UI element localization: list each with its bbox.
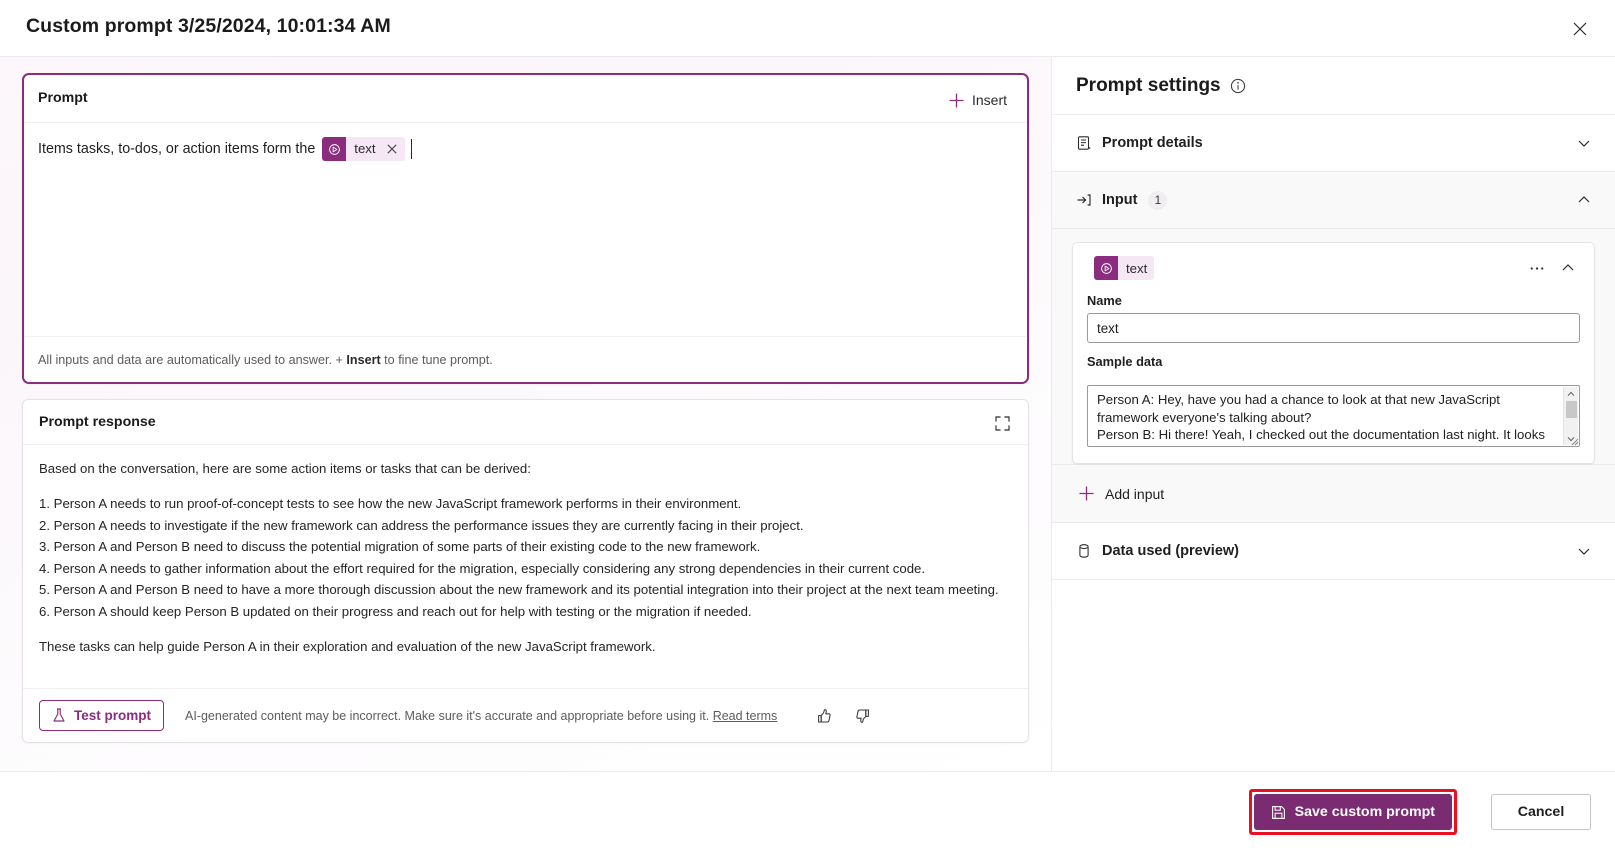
accordion-input-label: Input — [1102, 192, 1138, 208]
expand-icon — [994, 415, 1010, 431]
accordion-data-used-label: Data used (preview) — [1102, 543, 1239, 559]
token-badge-icon — [322, 137, 347, 161]
chevron-down-icon — [1577, 136, 1591, 150]
response-card-header: Prompt response — [23, 400, 1028, 445]
flask-icon — [53, 708, 65, 722]
plus-icon — [949, 93, 964, 107]
sample-data-wrapper: Person A: Hey, have you had a chance to … — [1087, 385, 1580, 447]
prompt-static-text: Items tasks, to-dos, or action items for… — [38, 141, 316, 157]
input-section-body: text Name text Sample data Person A: Hey… — [1052, 229, 1615, 465]
prompt-footer-hint: All inputs and data are automatically us… — [38, 353, 493, 367]
ai-disclaimer: AI-generated content may be incorrect. M… — [185, 709, 777, 723]
accordion-prompt-details-label: Prompt details — [1102, 135, 1203, 151]
prompt-card-header: Prompt Insert — [24, 75, 1027, 123]
prompt-label: Prompt — [38, 90, 88, 106]
read-terms-link[interactable]: Read terms — [713, 709, 778, 723]
prompt-response-card: Prompt response Based on the conversatio… — [22, 399, 1029, 743]
insert-button-label: Insert — [971, 92, 1007, 108]
prompt-footer-hint-bold: Insert — [346, 352, 381, 367]
dialog-body: Prompt Insert Items tasks, to-dos, or ac… — [0, 57, 1615, 771]
token-badge-icon — [1094, 256, 1118, 280]
resize-grip-icon[interactable] — [1569, 436, 1579, 446]
test-prompt-button[interactable]: Test prompt — [39, 700, 164, 731]
save-icon — [1271, 805, 1285, 819]
prompt-card-footer: All inputs and data are automatically us… — [24, 336, 1027, 382]
thumbs-down-icon — [856, 708, 870, 723]
sample-data-textarea[interactable]: Person A: Hey, have you had a chance to … — [1087, 385, 1580, 447]
text-caret — [410, 139, 412, 159]
ai-disclaimer-text: AI-generated content may be incorrect. M… — [185, 708, 710, 723]
response-item: 2. Person A needs to investigate if the … — [39, 517, 804, 533]
prompt-text-area[interactable]: Items tasks, to-dos, or action items for… — [24, 123, 1027, 336]
input-arrow-icon — [1076, 192, 1098, 208]
prompt-editor-card[interactable]: Prompt Insert Items tasks, to-dos, or ac… — [22, 73, 1029, 384]
response-card-footer: Test prompt AI-generated content may be … — [23, 688, 1028, 742]
scrollbar-thumb[interactable] — [1565, 401, 1577, 418]
response-item: 6. Person A should keep Person B updated… — [39, 603, 752, 619]
close-button[interactable] — [1563, 12, 1597, 46]
response-item: 5. Person A and Person B need to have a … — [39, 582, 999, 597]
input-count-badge: 1 — [1148, 190, 1168, 210]
input-variable-icon — [328, 143, 340, 155]
cancel-button[interactable]: Cancel — [1491, 794, 1591, 830]
left-pane: Prompt Insert Items tasks, to-dos, or ac… — [0, 57, 1051, 771]
response-item: 1. Person A needs to run proof-of-concep… — [39, 496, 742, 511]
input-variable-icon — [1100, 262, 1112, 274]
prompt-footer-hint-suffix: to fine tune prompt. — [380, 352, 493, 367]
plus-icon — [1079, 486, 1094, 501]
save-button-highlight: Save custom prompt — [1248, 789, 1457, 835]
document-icon — [1076, 135, 1098, 151]
thumbs-up-icon — [818, 708, 831, 723]
dialog-footer: Save custom prompt Cancel — [0, 771, 1615, 859]
accordion-input[interactable]: Input 1 — [1052, 172, 1615, 229]
response-item: 4. Person A needs to gather information … — [39, 560, 926, 576]
expand-button[interactable] — [988, 409, 1016, 437]
response-text: Based on the conversation, here are some… — [23, 445, 1028, 688]
info-icon[interactable] — [1230, 78, 1246, 94]
page-title: Custom prompt 3/25/2024, 10:01:34 AM — [26, 15, 391, 37]
add-input-label: Add input — [1105, 485, 1165, 502]
more-options-button[interactable] — [1524, 255, 1550, 281]
prompt-text-line: Items tasks, to-dos, or action items for… — [38, 137, 1013, 161]
sample-data-label: Sample data — [1087, 354, 1163, 369]
add-input-row: Add input — [1052, 465, 1615, 523]
response-label: Prompt response — [39, 414, 156, 430]
prompt-footer-hint-prefix: All inputs and data are automatically us… — [38, 352, 347, 367]
insert-button[interactable]: Insert — [940, 85, 1015, 115]
prompt-settings-header: Prompt settings — [1052, 57, 1615, 115]
collapse-input-item-button[interactable] — [1555, 255, 1581, 281]
response-item-list: 1. Person A needs to run proof-of-concep… — [39, 494, 1012, 621]
prompt-settings-pane: Prompt settings Prompt details Input 1 t… — [1051, 57, 1615, 771]
response-outro: These tasks can help guide Person A in t… — [39, 638, 656, 654]
test-prompt-label: Test prompt — [74, 708, 151, 723]
save-button-label: Save custom prompt — [1294, 804, 1435, 820]
scroll-up-arrow-icon[interactable] — [1567, 387, 1575, 400]
chevron-up-icon — [1562, 264, 1574, 271]
database-icon — [1076, 543, 1098, 559]
prompt-settings-title: Prompt settings — [1076, 74, 1221, 96]
chevron-down-icon — [1577, 544, 1591, 558]
dialog-title-bar: Custom prompt 3/25/2024, 10:01:34 AM — [0, 0, 1615, 57]
add-input-button[interactable]: Add input — [1076, 480, 1171, 507]
save-custom-prompt-button[interactable]: Save custom prompt — [1253, 794, 1452, 830]
response-intro: Based on the conversation, here are some… — [39, 461, 531, 476]
close-icon — [1573, 22, 1587, 36]
input-item-token-label: text — [1126, 260, 1148, 276]
name-input[interactable] — [1087, 313, 1580, 343]
token-remove-icon[interactable] — [383, 137, 401, 161]
thumbs-down-button[interactable] — [849, 702, 877, 730]
ellipsis-icon — [1530, 266, 1544, 270]
input-item-token-chip[interactable]: text — [1094, 256, 1155, 280]
accordion-data-used[interactable]: Data used (preview) — [1052, 523, 1615, 580]
response-item: 3. Person A and Person B need to discuss… — [39, 539, 761, 554]
token-label: text — [354, 141, 376, 156]
thumbs-up-button[interactable] — [810, 702, 838, 730]
input-item-header: text — [1073, 243, 1594, 293]
name-field-label: Name — [1087, 293, 1122, 308]
chevron-up-icon — [1577, 193, 1591, 207]
accordion-prompt-details[interactable]: Prompt details — [1052, 115, 1615, 172]
input-item-card: text Name text Sample data Person A: Hey… — [1072, 242, 1595, 464]
input-token-chip[interactable]: text — [322, 137, 405, 161]
